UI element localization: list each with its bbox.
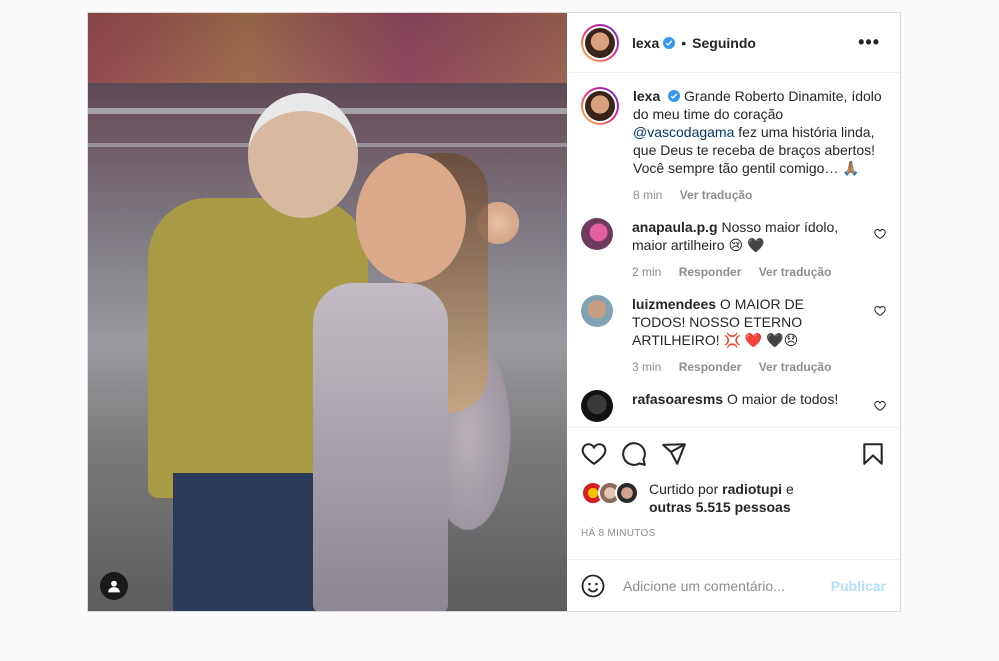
reply-link[interactable]: Responder xyxy=(679,265,742,279)
following-button[interactable]: Seguindo xyxy=(692,35,756,51)
comment-text: O maior de todos! xyxy=(726,391,839,407)
comment-avatar[interactable] xyxy=(581,390,613,422)
likes-summary: Curtido por radiotupi e outras 5.515 pes… xyxy=(567,480,900,516)
comment-icon[interactable] xyxy=(621,441,647,467)
photo-woman-dress xyxy=(313,283,448,611)
photo-background-stands xyxy=(88,13,567,83)
share-icon[interactable] xyxy=(661,441,687,467)
comment-row: luizmendees O MAIOR DE TODOS! NOSSO ETER… xyxy=(581,295,886,376)
liker-avatar xyxy=(615,481,639,505)
comment-username[interactable]: anapaula.p.g xyxy=(632,219,718,235)
author-avatar[interactable] xyxy=(581,23,619,62)
user-tag-button[interactable] xyxy=(100,572,128,600)
user-tag-icon xyxy=(108,580,120,593)
post-header: lexa • Seguindo ••• xyxy=(567,13,900,73)
post-sidebar: lexa • Seguindo ••• lexa Grande Roberto … xyxy=(567,13,900,611)
comment-row: anapaula.p.g Nosso maior ídolo, maior ar… xyxy=(581,218,886,281)
reply-link[interactable]: Responder xyxy=(679,360,742,374)
bookmark-icon[interactable] xyxy=(860,441,886,467)
add-comment-bar: Publicar xyxy=(567,559,900,611)
post-time[interactable]: HÁ 8 MINUTOS xyxy=(567,528,900,539)
comment-username[interactable]: rafasoaresms xyxy=(632,391,723,407)
caption: lexa Grande Roberto Dinamite, ídolo do m… xyxy=(581,87,886,204)
emoji-icon[interactable] xyxy=(581,574,605,598)
comment-avatar[interactable] xyxy=(581,295,613,327)
author-username[interactable]: lexa xyxy=(632,35,659,51)
liked-by-user-link[interactable]: radiotupi xyxy=(722,481,782,497)
verified-badge-icon xyxy=(668,90,681,102)
comment-avatar[interactable] xyxy=(581,218,613,250)
comments-list[interactable]: lexa Grande Roberto Dinamite, ídolo do m… xyxy=(567,73,900,428)
caption-avatar[interactable] xyxy=(581,87,619,125)
more-options-icon[interactable]: ••• xyxy=(858,32,880,53)
likes-connector: e xyxy=(785,481,794,497)
post-photo[interactable] xyxy=(88,13,567,611)
comment-time[interactable]: 2 min xyxy=(632,265,661,279)
photo-man-pants xyxy=(173,473,323,611)
translate-link[interactable]: Ver tradução xyxy=(759,265,832,279)
comment-like-icon[interactable] xyxy=(874,400,886,412)
likes-prefix: Curtido por xyxy=(649,481,719,497)
post-dialog: lexa • Seguindo ••• lexa Grande Roberto … xyxy=(87,12,901,612)
caption-mention-link[interactable]: @vascodagama xyxy=(633,124,734,140)
publish-button[interactable]: Publicar xyxy=(831,578,886,594)
caption-username[interactable]: lexa xyxy=(633,88,660,104)
verified-badge-icon xyxy=(663,36,676,49)
caption-time[interactable]: 8 min xyxy=(633,188,662,202)
comment-like-icon[interactable] xyxy=(874,305,886,317)
comment-row: rafasoaresms O maior de todos! xyxy=(581,390,886,422)
likes-count-link[interactable]: outras 5.515 pessoas xyxy=(649,499,791,515)
translate-link[interactable]: Ver tradução xyxy=(759,360,832,374)
action-bar xyxy=(567,428,900,480)
photo-woman-head xyxy=(356,153,466,283)
comment-input[interactable] xyxy=(621,576,831,595)
heart-icon[interactable] xyxy=(581,441,607,467)
comment-time[interactable]: 3 min xyxy=(632,360,661,374)
comment-username[interactable]: luizmendees xyxy=(632,296,716,312)
photo-man-head xyxy=(248,93,358,218)
comment-like-icon[interactable] xyxy=(874,228,886,240)
caption-translate-link[interactable]: Ver tradução xyxy=(680,188,753,202)
header-separator: • xyxy=(681,34,687,51)
liker-avatars[interactable] xyxy=(581,481,639,505)
